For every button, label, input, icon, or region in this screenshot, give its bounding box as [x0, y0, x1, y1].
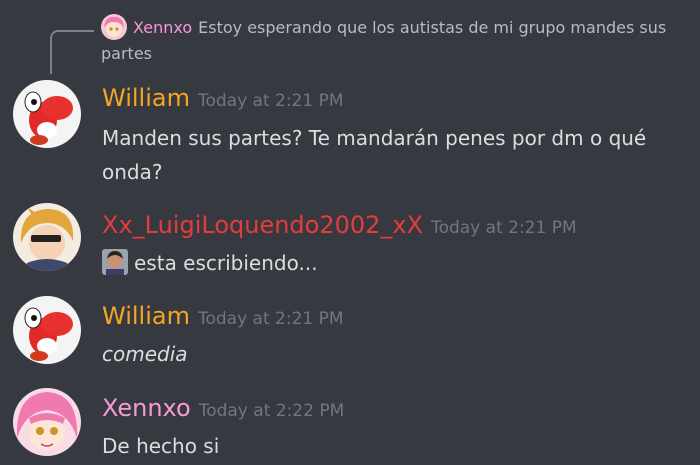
- message-text: comedia: [102, 342, 188, 366]
- typing-text: esta escribiendo...: [134, 251, 318, 275]
- reply-reference[interactable]: Xennxo Estoy esperando que los autistas d…: [101, 14, 691, 67]
- reply-spine: [50, 30, 94, 74]
- avatar[interactable]: [13, 203, 81, 271]
- timestamp: Today at 2:21 PM: [431, 218, 577, 238]
- reply-author[interactable]: Xennxo: [133, 18, 192, 37]
- timestamp: Today at 2:21 PM: [197, 309, 344, 329]
- typing-avatar: [102, 249, 128, 275]
- avatar[interactable]: [13, 296, 81, 364]
- timestamp: Today at 2:22 PM: [198, 401, 345, 421]
- reply-avatar[interactable]: [101, 14, 127, 40]
- typing-indicator: esta escribiendo...: [102, 246, 682, 280]
- author-name[interactable]: William: [102, 302, 190, 330]
- avatar[interactable]: [13, 80, 81, 148]
- message-text: De hecho si: [102, 434, 220, 458]
- author-name[interactable]: William: [102, 84, 190, 112]
- avatar[interactable]: [13, 388, 81, 456]
- timestamp: Today at 2:21 PM: [197, 91, 344, 111]
- author-name[interactable]: Xx_LuigiLoquendo2002_xX: [102, 211, 423, 239]
- message-text: Manden sus partes? Te mandarán penes por…: [102, 126, 647, 184]
- author-name[interactable]: Xennxo: [102, 394, 191, 422]
